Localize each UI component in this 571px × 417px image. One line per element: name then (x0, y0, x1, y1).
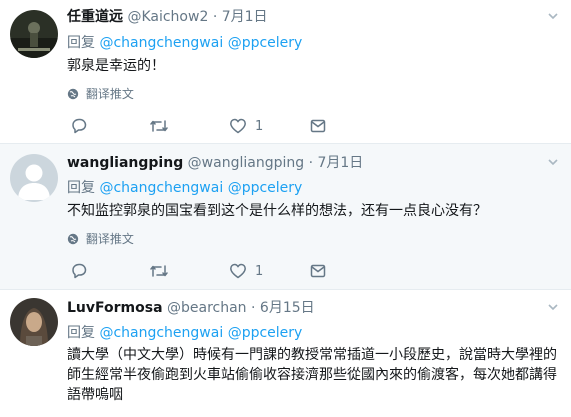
tweet-text: 不知监控郭泉的国宝看到这个是什么样的想法，还有一点良心没有？ (67, 203, 487, 219)
mention-link[interactable]: @changchengwai (99, 35, 223, 51)
retweet-button[interactable] (149, 116, 169, 136)
like-button[interactable]: 1 (229, 116, 263, 136)
caret-down-icon[interactable] (547, 156, 559, 171)
reply-context: 回复 @changchengwai @ppcelery (67, 324, 302, 342)
reply-prefix: 回复 (67, 325, 95, 341)
caret-down-icon[interactable] (547, 10, 559, 25)
like-count: 1 (255, 118, 264, 134)
display-name[interactable]: 任重道远 (67, 9, 123, 25)
tweet-date[interactable]: 7月1日 (317, 155, 363, 171)
tweet-actions: 1 (60, 116, 360, 136)
caret-down-icon[interactable] (547, 301, 559, 316)
mention-link[interactable]: @changchengwai (99, 180, 223, 196)
retweet-icon (149, 117, 169, 135)
reply-button[interactable] (70, 116, 88, 136)
retweet-icon (149, 262, 169, 280)
reply-context: 回复 @changchengwai @ppcelery (67, 34, 302, 52)
reply-button[interactable] (70, 261, 88, 281)
like-icon (229, 117, 247, 135)
avatar[interactable] (10, 154, 58, 202)
translate-label: 翻译推文 (85, 232, 134, 246)
dm-icon (309, 117, 327, 135)
tweet-1[interactable]: 任重道远 @Kaichow2 · 7月1日 回复 @changchengwai … (0, 0, 571, 144)
translate-link[interactable]: 翻译推文 (67, 231, 134, 249)
globe-icon (67, 233, 79, 249)
tweet-actions: 1 (60, 261, 360, 281)
tweet-header: 任重道远 @Kaichow2 · 7月1日 (67, 8, 268, 26)
tweet-date[interactable]: 6月15日 (260, 300, 315, 316)
like-icon (229, 262, 247, 280)
user-handle[interactable]: @bearchan (167, 300, 247, 316)
like-count: 1 (255, 263, 264, 279)
tweet-header: wangliangping @wangliangping · 7月1日 (67, 154, 363, 172)
display-name[interactable]: LuvFormosa (67, 300, 163, 316)
reply-prefix: 回复 (67, 180, 95, 196)
separator: · (251, 300, 256, 316)
tweet-text: 郭泉是幸运的！ (67, 58, 165, 74)
translate-label: 翻译推文 (85, 87, 134, 101)
reply-icon (70, 262, 88, 280)
user-handle[interactable]: @Kaichow2 (127, 9, 208, 25)
mention-link[interactable]: @ppcelery (228, 325, 303, 341)
avatar[interactable] (10, 10, 58, 58)
dm-icon (309, 262, 327, 280)
tweet-header: LuvFormosa @bearchan · 6月15日 (67, 299, 315, 317)
tweet-text: 讀大學（中文大學）時候有一門課的教授常常插道一小段歷史，說當時大學裡的師生經常半… (67, 347, 557, 403)
dm-button[interactable] (309, 261, 327, 281)
mention-link[interactable]: @changchengwai (99, 325, 223, 341)
tweet-date[interactable]: 7月1日 (222, 9, 268, 25)
reply-icon (70, 117, 88, 135)
reply-context: 回复 @changchengwai @ppcelery (67, 179, 302, 197)
dm-button[interactable] (309, 116, 327, 136)
reply-prefix: 回复 (67, 35, 95, 51)
retweet-button[interactable] (149, 261, 169, 281)
avatar[interactable] (10, 298, 58, 346)
like-button[interactable]: 1 (229, 261, 263, 281)
tweet-2[interactable]: wangliangping @wangliangping · 7月1日 回复 @… (0, 144, 571, 290)
tweet-3[interactable]: LuvFormosa @bearchan · 6月15日 回复 @changch… (0, 290, 571, 417)
display-name[interactable]: wangliangping (67, 155, 183, 171)
globe-icon (67, 88, 79, 104)
mention-link[interactable]: @ppcelery (228, 35, 303, 51)
translate-link[interactable]: 翻译推文 (67, 86, 134, 104)
separator: · (212, 9, 218, 25)
user-handle[interactable]: @wangliangping (188, 155, 304, 171)
mention-link[interactable]: @ppcelery (228, 180, 303, 196)
separator: · (308, 155, 314, 171)
